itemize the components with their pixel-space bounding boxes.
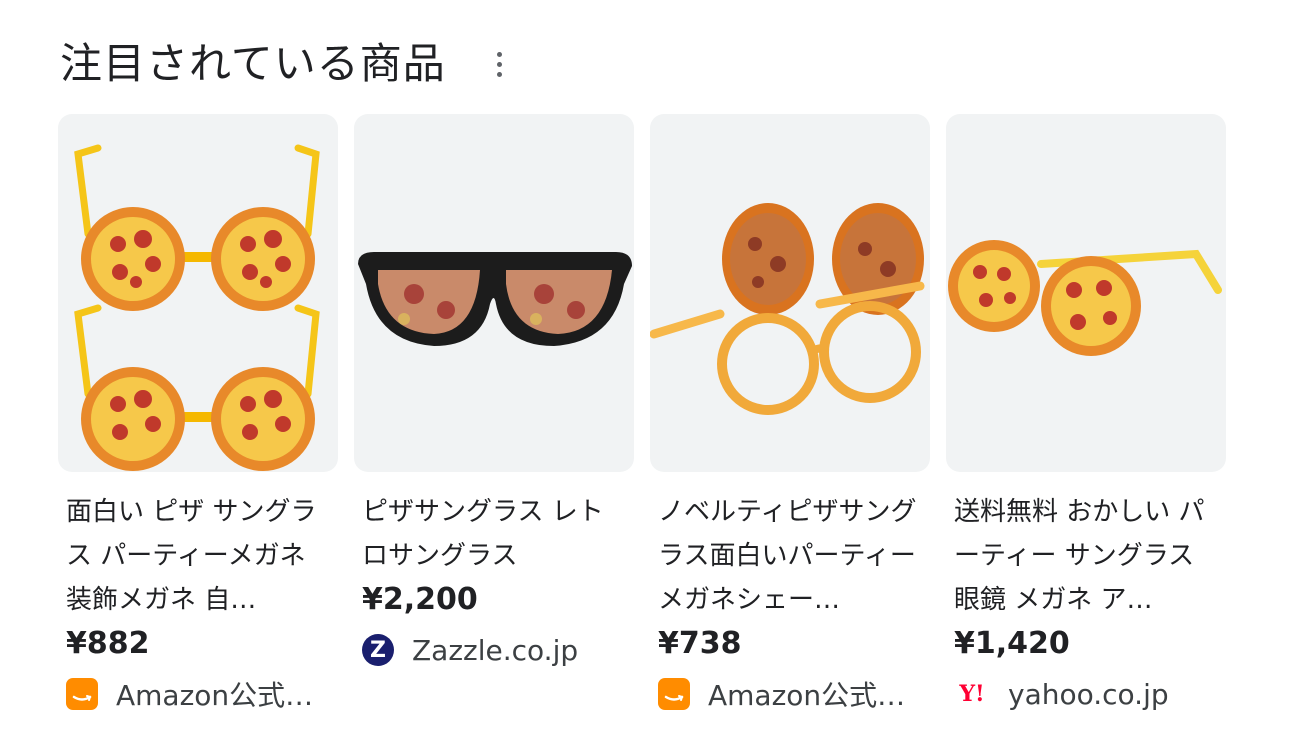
seller: Amazon公式…	[658, 672, 922, 716]
product-card[interactable]: ピザサングラス レトロサングラス ¥2,200 Z Zazzle.co.jp	[354, 114, 634, 716]
pizza-sunglasses-image	[74, 144, 320, 471]
product-price: ¥882	[66, 626, 150, 661]
product-card[interactable]: 面白い ピザ サングラス パーティーメガネ 装飾メガネ 自… ¥882 Amaz…	[58, 114, 338, 716]
seller-name: Zazzle.co.jp	[412, 633, 579, 667]
seller-name: Amazon公式…	[708, 679, 906, 712]
product-name[interactable]: 面白い ピザ サングラス パーティーメガネ 装飾メガネ 自…	[66, 490, 330, 622]
product-image[interactable]	[946, 114, 1226, 472]
product-carousel: 面白い ピザ サングラス パーティーメガネ 装飾メガネ 自… ¥882 Amaz…	[58, 114, 1226, 716]
product-price: ¥2,200	[362, 582, 478, 617]
product-price: ¥738	[658, 626, 742, 661]
seller: Amazon公式…	[66, 672, 330, 716]
amazon-icon	[658, 678, 690, 710]
product-price: ¥1,420	[954, 626, 1070, 661]
product-image[interactable]	[650, 114, 930, 472]
seller: Y! yahoo.co.jp	[954, 672, 1218, 716]
product-name[interactable]: ピザサングラス レトロサングラス	[362, 490, 626, 578]
seller-name: yahoo.co.jp	[1008, 677, 1169, 711]
seller: Z Zazzle.co.jp	[362, 628, 626, 672]
product-card[interactable]: ノベルティピザサングラス面白いパーティーメガネシェー… ¥738 Amazon公…	[650, 114, 930, 716]
section-header: 注目されている商品	[60, 36, 510, 92]
seller-name: Amazon公式…	[116, 679, 314, 712]
more-options-icon[interactable]	[490, 44, 510, 84]
pizza-sunglasses-image	[948, 240, 1222, 356]
product-image[interactable]	[354, 114, 634, 472]
zazzle-icon: Z	[362, 634, 394, 666]
pizza-sunglasses-image	[650, 203, 925, 415]
product-image[interactable]	[58, 114, 338, 472]
product-name[interactable]: ノベルティピザサングラス面白いパーティーメガネシェー…	[658, 490, 922, 622]
product-name[interactable]: 送料無料 おかしい パーティー サングラス 眼鏡 メガネ ア…	[954, 490, 1218, 622]
section-title: 注目されている商品	[60, 39, 446, 88]
yahoo-icon: Y!	[959, 681, 985, 707]
pizza-sunglasses-image	[358, 252, 632, 346]
product-card[interactable]: 送料無料 おかしい パーティー サングラス 眼鏡 メガネ ア… ¥1,420 Y…	[946, 114, 1226, 716]
amazon-icon	[66, 678, 98, 710]
